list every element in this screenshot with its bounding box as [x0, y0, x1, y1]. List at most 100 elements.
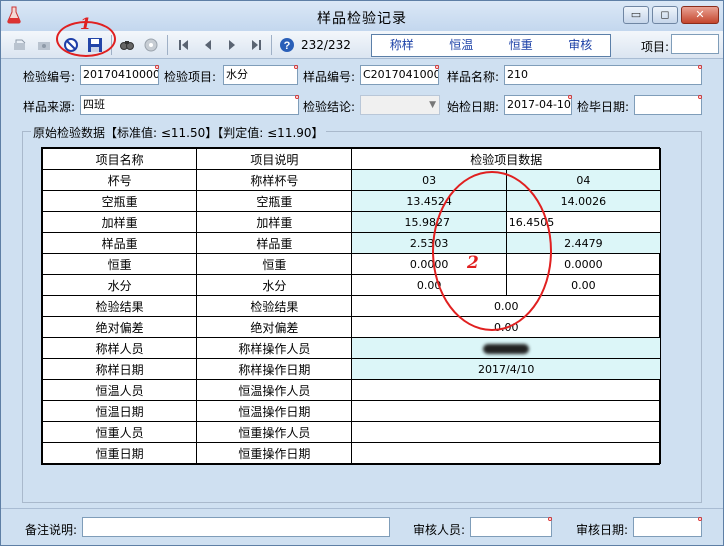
cell-merged-value[interactable]: 刘勇	[351, 337, 661, 359]
sample-source-label: 样品来源:	[23, 100, 76, 114]
cell-merged-value[interactable]: 2017/4/10	[351, 358, 661, 380]
cell-name[interactable]: 空瓶重	[41, 190, 198, 212]
cell-merged-value[interactable]	[351, 379, 661, 401]
cell-name[interactable]: 绝对偏差	[41, 316, 198, 338]
cell-merged-value[interactable]	[351, 442, 661, 464]
start-date-label: 始检日期:	[447, 100, 500, 114]
last-record-icon[interactable]	[247, 36, 265, 54]
sample-no-field[interactable]: C20170410002	[360, 65, 439, 85]
review-date-field[interactable]	[633, 517, 702, 537]
sample-source-field[interactable]: 四班	[80, 95, 299, 115]
cell-name[interactable]: 恒重人员	[41, 421, 198, 443]
required-marker	[294, 65, 298, 69]
prev-page-icon[interactable]	[35, 36, 53, 54]
cell-desc[interactable]: 恒温操作日期	[196, 400, 353, 422]
inspection-item-label: 检验项目:	[164, 70, 217, 84]
cell-desc[interactable]: 称样操作日期	[196, 358, 353, 380]
cell-name[interactable]: 水分	[41, 274, 198, 296]
tab-review[interactable]: 审核	[551, 35, 611, 56]
sample-name-field[interactable]: 210	[504, 65, 702, 85]
cell-desc[interactable]: 称样操作人员	[196, 337, 353, 359]
cell-name[interactable]: 恒重	[41, 253, 198, 275]
end-date-label: 检毕日期:	[577, 100, 630, 114]
minimize-button[interactable]: ▭	[623, 6, 649, 24]
inspection-no-label: 检验编号:	[23, 70, 76, 84]
first-record-icon[interactable]	[175, 36, 193, 54]
cell-name[interactable]: 加样重	[41, 211, 198, 233]
table-row: 杯号 称样杯号 03 04	[41, 169, 662, 191]
sample-name-label: 样品名称:	[447, 70, 500, 84]
cell-name[interactable]: 恒温日期	[41, 400, 198, 422]
header-item-data[interactable]: 检验项目数据	[351, 148, 661, 170]
inspection-data-grid: 项目名称 项目说明 检验项目数据 杯号 称样杯号 03 04 空瓶重 空瓶重 1…	[41, 147, 662, 465]
reviewer-field[interactable]	[470, 517, 552, 537]
first-icon[interactable]	[11, 36, 29, 54]
cell-desc[interactable]: 空瓶重	[196, 190, 353, 212]
table-row: 加样重 加样重 15.9827 16.4505	[41, 211, 662, 233]
chevron-down-icon: ▼	[429, 100, 436, 110]
inspection-no-field[interactable]: 201704100002	[80, 65, 159, 85]
cell-desc[interactable]: 样品重	[196, 232, 353, 254]
annotation-label-2: 2	[467, 253, 479, 273]
cell-desc[interactable]: 检验结果	[196, 295, 353, 317]
required-marker	[698, 517, 702, 521]
required-marker	[698, 95, 702, 99]
table-row: 恒重人员 恒重操作人员	[41, 421, 661, 443]
tab-weighing[interactable]: 称样	[372, 35, 432, 56]
reviewer-label: 审核人员:	[413, 523, 466, 537]
table-row: 空瓶重 空瓶重 13.4524 14.0026	[41, 190, 662, 212]
end-date-field[interactable]	[634, 95, 702, 115]
inspection-item-field[interactable]: 水分	[223, 65, 298, 85]
record-counter: 232/232	[301, 38, 351, 52]
header-item-name[interactable]: 项目名称	[41, 148, 198, 170]
cell-desc[interactable]: 称样杯号	[196, 169, 353, 191]
tab-constant-weight[interactable]: 恒重	[491, 35, 551, 56]
cell-name[interactable]: 样品重	[41, 232, 198, 254]
project-label: 项目:	[641, 40, 670, 54]
table-row: 恒重 恒重 0.0000 0.0000	[41, 253, 662, 275]
cell-name[interactable]: 恒重日期	[41, 442, 198, 464]
window-title: 样品检验记录	[317, 11, 407, 27]
cell-value-2[interactable]: 04	[505, 169, 662, 191]
cell-name[interactable]: 检验结果	[41, 295, 198, 317]
redacted-name: 刘勇	[483, 343, 530, 354]
conclusion-label: 检验结论:	[303, 100, 356, 114]
review-date-label: 审核日期:	[576, 523, 629, 537]
table-row: 水分 水分 0.00 0.00	[41, 274, 662, 296]
remarks-label: 备注说明:	[25, 523, 78, 537]
cell-desc[interactable]: 绝对偏差	[196, 316, 353, 338]
required-marker	[698, 65, 702, 69]
start-date-field[interactable]: 2017-04-10	[504, 95, 572, 115]
cell-name[interactable]: 杯号	[41, 169, 198, 191]
tab-constant-temp[interactable]: 恒温	[432, 35, 492, 56]
table-row: 恒重日期 恒重操作日期	[41, 442, 661, 464]
cell-desc[interactable]: 恒重	[196, 253, 353, 275]
cell-desc[interactable]: 加样重	[196, 211, 353, 233]
cell-merged-value[interactable]	[351, 421, 661, 443]
header-item-desc[interactable]: 项目说明	[196, 148, 353, 170]
next-record-icon[interactable]	[223, 36, 241, 54]
cell-name[interactable]: 称样日期	[41, 358, 198, 380]
prev-record-icon[interactable]	[199, 36, 217, 54]
cell-desc[interactable]: 恒温操作人员	[196, 379, 353, 401]
cell-desc[interactable]: 恒重操作人员	[196, 421, 353, 443]
filter-icon[interactable]	[142, 36, 160, 54]
cell-merged-value[interactable]	[351, 400, 661, 422]
required-marker	[435, 65, 439, 69]
search-icon[interactable]	[118, 36, 136, 54]
app-window: 样品检验记录 ▭ ◻ ✕ ? 232/232 称样 恒温 恒重 审核 项目: 检…	[0, 0, 724, 546]
remarks-field[interactable]	[82, 517, 390, 537]
maximize-button[interactable]: ◻	[652, 6, 678, 24]
cell-name[interactable]: 称样人员	[41, 337, 198, 359]
conclusion-select[interactable]: ▼	[360, 95, 440, 115]
close-button[interactable]: ✕	[681, 6, 719, 24]
table-row: 称样日期 称样操作日期 2017/4/10	[41, 358, 661, 380]
annotation-label-1: 1	[80, 14, 92, 33]
table-row: 恒温日期 恒温操作日期	[41, 400, 661, 422]
cell-desc[interactable]: 水分	[196, 274, 353, 296]
cell-name[interactable]: 恒温人员	[41, 379, 198, 401]
cell-desc[interactable]: 恒重操作日期	[196, 442, 353, 464]
help-icon[interactable]: ?	[278, 36, 296, 54]
project-input[interactable]	[671, 34, 719, 54]
required-marker	[548, 517, 552, 521]
